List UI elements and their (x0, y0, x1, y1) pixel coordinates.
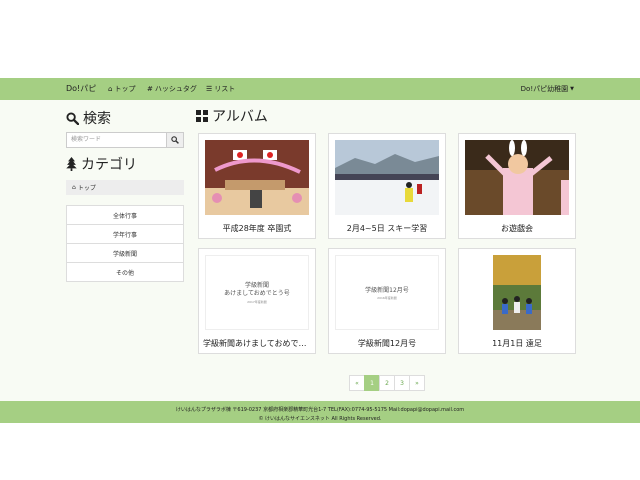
search-heading-text: 検索 (83, 111, 111, 127)
nav-item-top[interactable]: ⌂ トップ (108, 84, 135, 94)
album-card-label: 平成28年度 卒園式 (222, 224, 292, 233)
footer: けいはんなプラザラボ棟 〒619-0237 京都府相楽郡精華町光台1-7 TEL… (0, 401, 640, 423)
category-list: 全体行事 学年行事 学級新聞 その他 (66, 205, 184, 282)
category-heading-text: カテゴリ (81, 157, 137, 173)
navbar: Do!パピ ⌂ トップ # ハッシュタグ ☰ リスト Do!パピ幼稚園 ▼ (0, 78, 640, 100)
newsletter-title-line: 学級新聞 あけましておめでとう号 (224, 281, 290, 297)
nav-item-hashtag[interactable]: # ハッシュタグ (147, 84, 197, 94)
category-item-other[interactable]: その他 (67, 263, 183, 281)
album-card-ski[interactable]: 2月4~5日 スキー学習 (328, 133, 446, 239)
hash-icon: # (147, 85, 153, 93)
search-input[interactable]: 検索ワード (66, 132, 176, 148)
home-icon: ⌂ (108, 85, 113, 93)
album-card-newsletter-december[interactable]: 学級新聞12月号 2016年度新聞 学級新聞12月号 (328, 248, 446, 354)
footer-copyright: © けいはんなサイエンスネット All Rights Reserved. (258, 416, 382, 422)
excursion-photo (465, 255, 569, 330)
album-card-graduation[interactable]: 平成28年度 卒園式 (198, 133, 316, 239)
album-card-label: お遊戯会 (501, 224, 533, 233)
pagination-page-3[interactable]: 3 (394, 375, 410, 391)
footer-address: けいはんなプラザラボ棟 〒619-0237 京都府相楽郡精華町光台1-7 TEL… (175, 407, 465, 413)
graduation-photo (205, 140, 309, 215)
pagination: « 1 2 3 » (349, 375, 425, 391)
pagination-page-1[interactable]: 1 (364, 375, 380, 391)
category-item-grade-events[interactable]: 学年行事 (67, 225, 183, 244)
search-button[interactable] (166, 132, 184, 148)
newsletter-thumbnail: 学級新聞 あけましておめでとう号 2017年度新聞 (205, 255, 309, 330)
album-card-label: 学級新聞あけましておめでとう号 (203, 339, 315, 348)
newsletter-subtitle: 2016年度新聞 (377, 296, 397, 300)
breadcrumb-top-link[interactable]: トップ (78, 183, 96, 192)
user-menu-dropdown[interactable]: Do!パピ幼稚園 ▼ (521, 84, 574, 94)
album-card-label: 学級新聞12月号 (357, 339, 417, 348)
album-heading: アルバム (196, 106, 268, 126)
album-heading-text: アルバム (212, 109, 268, 125)
recital-photo (465, 140, 569, 215)
category-heading: カテゴリ (66, 154, 137, 174)
breadcrumb: ⌂ トップ (66, 180, 184, 195)
category-item-class-newsletter[interactable]: 学級新聞 (67, 244, 183, 263)
home-icon: ⌂ (72, 184, 76, 191)
list-icon: ☰ (206, 85, 213, 93)
album-card-excursion[interactable]: 11月1日 遠足 (458, 248, 576, 354)
album-card-label: 11月1日 遠足 (492, 339, 542, 348)
caret-down-icon: ▼ (570, 86, 574, 92)
newsletter-thumbnail: 学級新聞12月号 2016年度新聞 (335, 255, 439, 330)
tree-icon (66, 157, 77, 171)
ski-photo (335, 140, 439, 215)
album-card-recital[interactable]: お遊戯会 (458, 133, 576, 239)
pagination-prev[interactable]: « (349, 375, 365, 391)
newsletter-title: 学級新聞 あけましておめでとう号 (224, 282, 290, 298)
pagination-page-2[interactable]: 2 (379, 375, 395, 391)
newsletter-subtitle: 2017年度新聞 (247, 299, 267, 304)
nav-item-label: トップ (114, 85, 136, 93)
nav-item-label: リスト (214, 85, 236, 93)
newsletter-title: 学級新聞12月号 (365, 287, 409, 294)
album-card-label: 2月4~5日 スキー学習 (346, 224, 428, 233)
album-card-newsletter-newyear[interactable]: 学級新聞 あけましておめでとう号 2017年度新聞 学級新聞あけましておめでとう… (198, 248, 316, 354)
category-item-all-events[interactable]: 全体行事 (67, 206, 183, 225)
grid-icon (196, 110, 208, 122)
brand-link[interactable]: Do!パピ (66, 83, 96, 94)
nav-item-list[interactable]: ☰ リスト (206, 84, 235, 94)
search-heading: 検索 (66, 108, 111, 128)
nav-item-label: ハッシュタグ (154, 85, 197, 93)
user-menu-label: Do!パピ幼稚園 (520, 85, 569, 93)
search-icon (66, 111, 79, 125)
pagination-next[interactable]: » (409, 375, 425, 391)
search-icon (171, 136, 179, 144)
